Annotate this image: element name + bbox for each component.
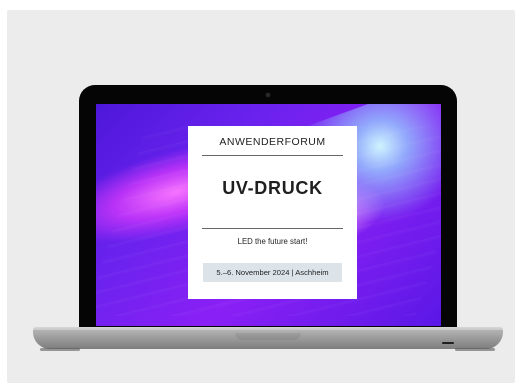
laptop-foot-right	[455, 348, 495, 351]
laptop-mockup: ANWENDERFORUM UV-DRUCK LED the future st…	[0, 0, 521, 389]
event-card: ANWENDERFORUM UV-DRUCK LED the future st…	[188, 126, 357, 299]
bottom-divider	[202, 228, 343, 229]
event-tagline: LED the future start!	[237, 237, 308, 246]
event-date-location: 5.–6. November 2024 | Aschheim	[203, 263, 342, 282]
laptop-foot-left	[40, 348, 80, 351]
camera-icon	[266, 93, 270, 97]
event-title: UV-DRUCK	[222, 178, 323, 198]
status-light-icon	[442, 342, 454, 344]
top-divider	[202, 155, 343, 156]
laptop-notch	[235, 333, 301, 340]
event-label: ANWENDERFORUM	[219, 136, 326, 148]
